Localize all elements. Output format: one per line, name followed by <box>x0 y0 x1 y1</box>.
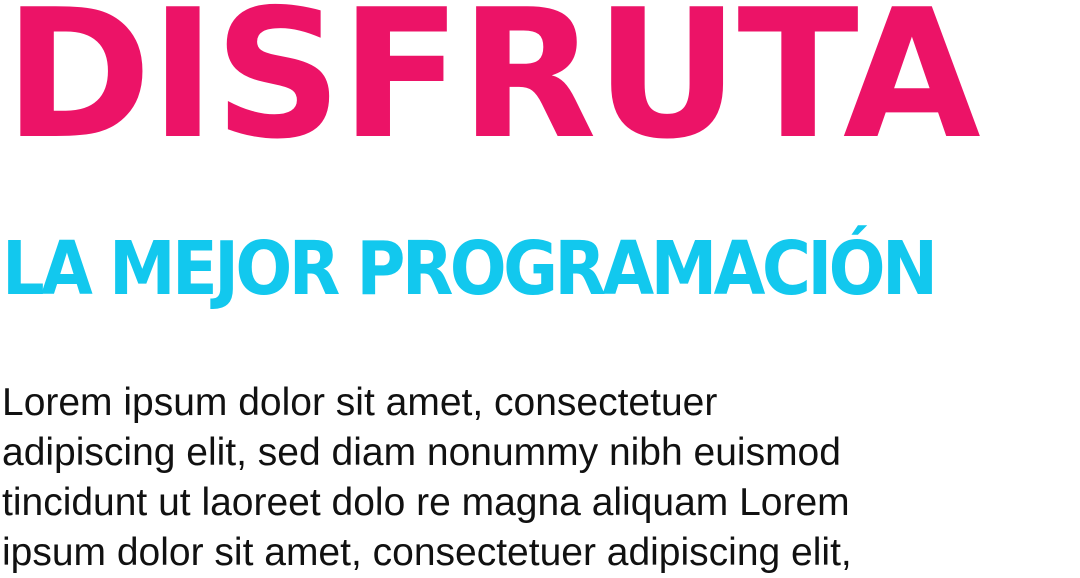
body-paragraph: Lorem ipsum dolor sit amet, consectetuer… <box>2 378 1072 578</box>
subheadline: LA MEJOR PROGRAMACIÓN <box>2 226 938 312</box>
headline: DISFRUTA <box>4 0 981 178</box>
body-line: adipiscing elit, sed diam nonummy nibh e… <box>2 431 841 474</box>
body-line: ipsum dolor sit amet, consectetuer adipi… <box>2 531 852 574</box>
body-line: tincidunt ut laoreet dolo re magna aliqu… <box>2 481 850 524</box>
body-line: Lorem ipsum dolor sit amet, consectetuer <box>2 381 718 424</box>
